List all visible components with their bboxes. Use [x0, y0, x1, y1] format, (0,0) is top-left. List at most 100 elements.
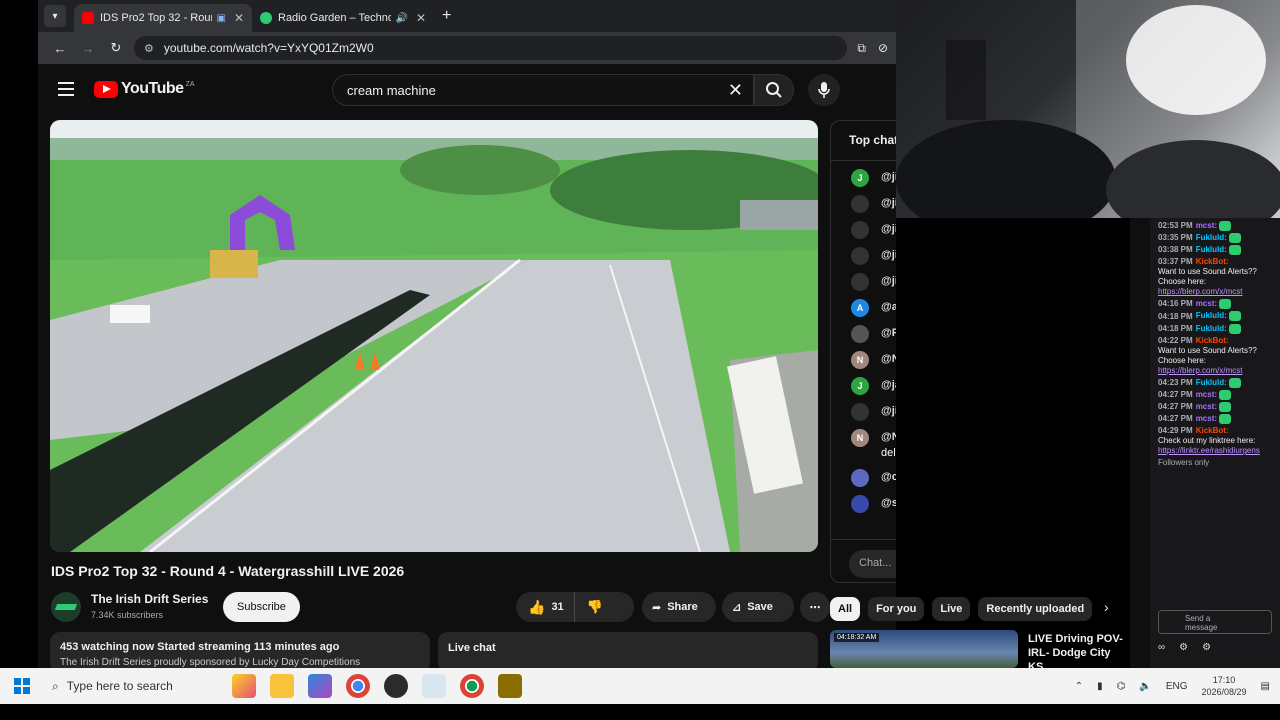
twitch-username[interactable]: mcst: — [1196, 402, 1217, 411]
chat-avatar[interactable] — [851, 195, 869, 213]
snipping-tool-icon[interactable] — [422, 674, 446, 698]
chat-author[interactable]: @NismoBoBo — [881, 431, 896, 443]
forward-icon[interactable]: → — [74, 41, 102, 56]
chip-for-you[interactable]: For you — [868, 597, 925, 621]
chat-author[interactable]: @adamdriver6251 — [881, 301, 896, 313]
twitch-username[interactable]: mcst: — [1196, 390, 1217, 399]
chat-input[interactable]: Chat... — [849, 550, 896, 578]
windows-start-button[interactable] — [0, 678, 44, 694]
volume-icon[interactable]: 🔈 — [1139, 681, 1151, 692]
chat-avatar[interactable] — [851, 403, 869, 421]
chevron-up-icon[interactable]: ⌃ — [1075, 681, 1083, 692]
twitch-link[interactable]: https://linktr.ee/rashidiurgens — [1158, 446, 1260, 455]
obs-icon[interactable] — [384, 674, 408, 698]
copilot-icon[interactable] — [308, 674, 332, 698]
chevron-right-icon[interactable]: › — [1104, 599, 1109, 615]
youtube-logo[interactable]: YouTube ZA — [94, 80, 195, 98]
twitch-send-message-input[interactable]: Send a message — [1158, 610, 1272, 634]
more-actions-button[interactable]: ⋯ — [800, 592, 830, 622]
tab-radio-garden[interactable]: Radio Garden – Techno Und 🔊 ✕ — [252, 4, 434, 32]
chat-author[interactable]: @ji — [881, 171, 896, 183]
gear-icon[interactable]: ⚙ — [1179, 642, 1188, 653]
twitch-username[interactable]: mcst: — [1196, 414, 1217, 423]
twitch-username[interactable]: KickBot: — [1196, 257, 1229, 266]
chat-avatar[interactable]: N — [851, 429, 869, 447]
channel-name[interactable]: The Irish Drift Series — [91, 592, 208, 606]
twitch-username[interactable]: KickBot: — [1196, 426, 1229, 435]
voice-search-button[interactable] — [808, 74, 840, 106]
chat-author[interactable]: @NismoBoBo — [881, 353, 896, 365]
language-indicator[interactable]: ENG — [1166, 681, 1188, 692]
clock[interactable]: 17:10 2026/08/29 — [1202, 674, 1247, 698]
chat-mode-top-chat[interactable]: Top chat — [831, 121, 896, 161]
file-explorer-icon[interactable] — [270, 674, 294, 698]
chat-author[interactable]: @jim76sco — [881, 275, 896, 287]
url-bar[interactable]: ⚙ youtube.com/watch?v=YxYQ01Zm2W0 — [134, 36, 848, 60]
chat-avatar[interactable] — [851, 495, 869, 513]
twitch-link[interactable]: https://blerp.com/x/mcst — [1158, 366, 1242, 375]
infinity-icon[interactable]: ∞ — [1158, 642, 1165, 653]
chat-author[interactable]: @FujiRoku — [881, 327, 896, 339]
chat-author[interactable]: @jamielewis1631 — [881, 379, 896, 391]
tab-search-dropdown[interactable]: ▾ — [44, 5, 66, 27]
chat-avatar[interactable] — [851, 247, 869, 265]
chat-avatar[interactable] — [851, 325, 869, 343]
subscribe-button[interactable]: Subscribe — [223, 592, 300, 622]
twitch-username[interactable]: Fukluld: — [1196, 324, 1227, 333]
network-icon[interactable]: ⌬ — [1117, 681, 1126, 692]
tab-youtube[interactable]: IDS Pro2 Top 32 - Round 4 ▣ ✕ — [74, 4, 252, 32]
twitch-username[interactable]: Fukluld: — [1196, 245, 1227, 254]
chat-author[interactable]: @captprice1b-06 — [881, 471, 896, 483]
chat-author[interactable]: @jim76sco — [881, 249, 896, 261]
twitch-username[interactable]: Fukluld: — [1196, 378, 1227, 387]
battery-icon[interactable]: ▮ — [1097, 681, 1103, 692]
twitch-username[interactable]: mcst: — [1196, 221, 1217, 230]
search-button[interactable] — [754, 74, 794, 106]
chip-all[interactable]: All — [830, 597, 861, 621]
clear-search-icon[interactable]: ✕ — [728, 80, 743, 101]
close-tab-icon[interactable]: ✕ — [234, 11, 244, 25]
chip-live[interactable]: Live — [932, 597, 971, 621]
twitch-link[interactable]: https://blerp.com/x/mcst — [1158, 287, 1242, 296]
chat-avatar[interactable]: J — [851, 169, 869, 187]
twitch-username[interactable]: KickBot: — [1196, 336, 1229, 345]
chat-avatar[interactable]: N — [851, 351, 869, 369]
dislike-button[interactable]: 👎 — [575, 599, 615, 615]
app-icon[interactable] — [498, 674, 522, 698]
taskbar-search[interactable]: ⌕ Type here to search — [44, 668, 202, 704]
twitch-username[interactable]: Fukluld: — [1196, 312, 1227, 321]
chat-author[interactable]: @stuartk2081 — [881, 497, 896, 509]
chrome-icon[interactable] — [346, 674, 370, 698]
save-button[interactable]: ⊿ Save — [722, 592, 794, 622]
twitch-username[interactable]: mcst: — [1196, 299, 1217, 308]
chat-author[interactable]: @jim76sco — [881, 223, 896, 235]
site-info-icon[interactable]: ⚙ — [144, 42, 154, 55]
video-player[interactable] — [50, 120, 818, 552]
chrome-profile-icon[interactable] — [460, 674, 484, 698]
like-button[interactable]: 👍 31 — [516, 592, 575, 622]
twitch-username[interactable]: Fukluld: — [1196, 233, 1227, 242]
menu-icon[interactable] — [58, 82, 74, 96]
new-tab-icon[interactable]: + — [442, 7, 451, 25]
live-chat-button[interactable]: Live chat — [438, 632, 818, 668]
eye-off-icon[interactable]: ⊘ — [878, 41, 888, 56]
chip-recently-uploaded[interactable]: Recently uploaded — [978, 597, 1093, 621]
install-app-icon[interactable]: ⧉ — [857, 41, 866, 56]
recommended-video[interactable]: 04:18:32 AM LIVE Driving POV- IRL- Dodge… — [830, 630, 1130, 673]
chat-avatar[interactable]: J — [851, 377, 869, 395]
widgets-icon[interactable] — [232, 674, 256, 698]
reload-icon[interactable]: ↻ — [102, 40, 130, 56]
search-input[interactable]: cream machine ✕ — [332, 74, 754, 106]
chat-avatar[interactable] — [851, 469, 869, 487]
settings-icon[interactable]: ⚙ — [1202, 642, 1211, 653]
back-icon[interactable]: ← — [46, 41, 74, 56]
chat-avatar[interactable] — [851, 221, 869, 239]
notifications-icon[interactable]: ▤ — [1261, 681, 1270, 692]
chat-avatar[interactable] — [851, 273, 869, 291]
chat-author[interactable]: @jim76sco — [881, 405, 896, 417]
description-box[interactable]: 453 watching now Started streaming 113 m… — [50, 632, 430, 668]
channel-avatar[interactable] — [51, 592, 81, 622]
share-button[interactable]: ➦ Share — [642, 592, 716, 622]
close-tab-icon[interactable]: ✕ — [416, 11, 426, 25]
chat-avatar[interactable]: A — [851, 299, 869, 317]
